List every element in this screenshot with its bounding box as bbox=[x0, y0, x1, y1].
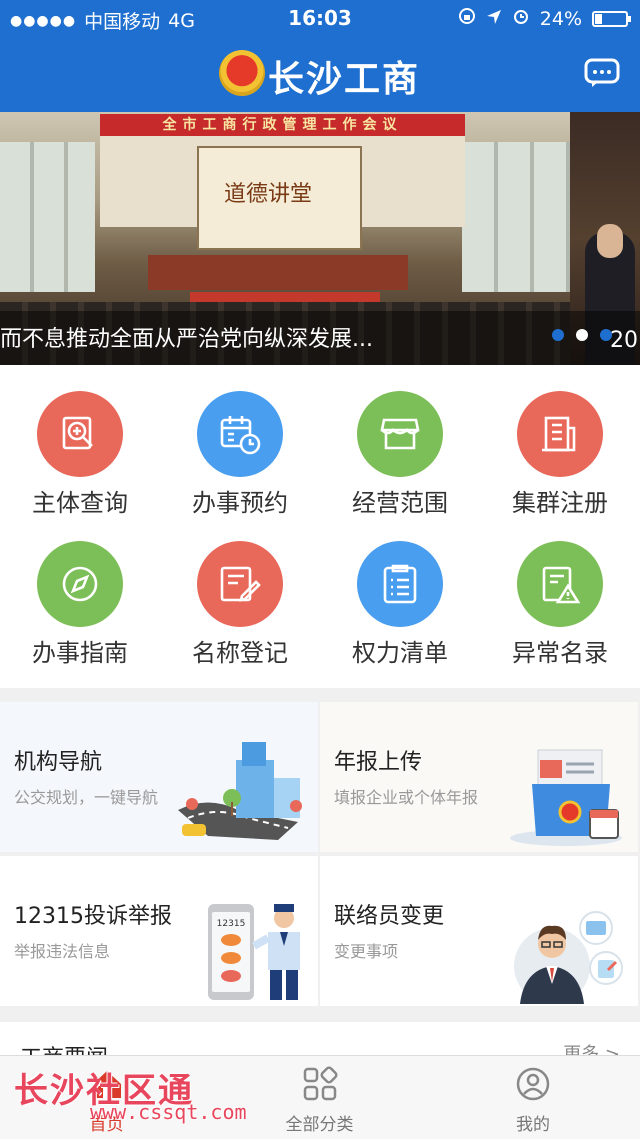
card-title: 12315投诉举报 bbox=[14, 904, 172, 929]
banner-window-left bbox=[0, 142, 95, 292]
service-label: 办事预约 bbox=[192, 489, 288, 517]
checklist-icon bbox=[357, 541, 443, 627]
compass-icon bbox=[37, 541, 123, 627]
tab-label: 我的 bbox=[516, 1115, 550, 1135]
card-title: 机构导航 bbox=[14, 750, 103, 775]
warning-document-icon bbox=[517, 541, 603, 627]
banner-screen: 道德讲堂 bbox=[197, 146, 362, 250]
card-liaison-change[interactable]: 联络员变更 变更事项 bbox=[320, 856, 638, 1006]
message-icon[interactable] bbox=[584, 58, 620, 88]
card-subtitle: 举报违法信息 bbox=[14, 942, 111, 961]
service-grid: 主体查询 办事预约 经营范围 集群注册 办事指南 名称登记 权力清单 异常名录 bbox=[0, 365, 640, 688]
service-guide[interactable]: 办事指南 bbox=[0, 515, 160, 667]
card-org-navigation[interactable]: 机构导航 公交规划，一键导航 bbox=[0, 702, 318, 852]
battery-percent: 24% bbox=[539, 7, 582, 30]
carousel-dot[interactable] bbox=[600, 329, 612, 341]
card-subtitle: 填报企业或个体年报 bbox=[334, 788, 479, 807]
alarm-icon bbox=[512, 7, 530, 30]
building-icon bbox=[517, 391, 603, 477]
carousel-dot-active[interactable] bbox=[576, 329, 588, 341]
status-bar: ●●●●● 中国移动 4G 16:03 24% bbox=[0, 0, 640, 36]
banner-person-head bbox=[597, 224, 623, 258]
card-subtitle: 变更事项 bbox=[334, 942, 399, 961]
calendar-clock-icon bbox=[197, 391, 283, 477]
banner-window-right bbox=[462, 142, 570, 292]
card-title: 年报上传 bbox=[334, 750, 423, 775]
card-complaint-report[interactable]: 12315投诉举报 举报违法信息 12315 bbox=[0, 856, 318, 1006]
contact-person-icon bbox=[510, 908, 632, 1006]
battery-icon bbox=[592, 10, 631, 27]
edit-document-icon bbox=[197, 541, 283, 627]
banner-hall-banner: 全市工商行政管理工作会议 bbox=[100, 114, 465, 136]
banner-caption[interactable]: 而不息推动全面从严治党向纵深发展... bbox=[0, 321, 373, 353]
phone-screen-number: 12315 bbox=[217, 919, 246, 929]
card-annual-report[interactable]: 年报上传 填报企业或个体年报 bbox=[320, 702, 638, 852]
storefront-icon bbox=[357, 391, 443, 477]
tab-all-categories[interactable]: 全部分类 bbox=[213, 1056, 426, 1139]
service-appointment[interactable]: 办事预约 bbox=[160, 365, 320, 517]
news-carousel[interactable]: 全市工商行政管理工作会议 道德讲堂 而不息推动全面从严治党向纵深发展... 20 bbox=[0, 112, 640, 365]
service-label: 权力清单 bbox=[352, 639, 448, 667]
grid-categories-icon bbox=[302, 1066, 338, 1106]
card-subtitle: 公交规划，一键导航 bbox=[14, 788, 159, 807]
tab-mine[interactable]: 我的 bbox=[426, 1056, 640, 1139]
service-name-registration[interactable]: 名称登记 bbox=[160, 515, 320, 667]
folder-report-icon bbox=[510, 742, 630, 852]
user-profile-icon bbox=[515, 1066, 551, 1106]
location-arrow-icon bbox=[486, 8, 502, 30]
card-title: 联络员变更 bbox=[334, 904, 445, 929]
service-power-list[interactable]: 权力清单 bbox=[320, 515, 480, 667]
app-screen: ●●●●● 中国移动 4G 16:03 24% 长沙工商 全市工商行政管理工作会… bbox=[0, 0, 640, 1139]
phone-officer-icon: 12315 bbox=[200, 900, 316, 1006]
banner-podium-desk bbox=[148, 255, 408, 290]
service-label: 办事指南 bbox=[32, 639, 128, 667]
service-label: 名称登记 bbox=[192, 639, 288, 667]
carousel-dot[interactable] bbox=[552, 329, 564, 341]
rotation-lock-icon bbox=[458, 7, 476, 30]
service-label: 集群注册 bbox=[512, 489, 608, 517]
service-label: 异常名录 bbox=[512, 639, 608, 667]
watermark-url: www.cssqt.com bbox=[90, 1100, 247, 1124]
service-label: 经营范围 bbox=[352, 489, 448, 517]
service-business-scope[interactable]: 经营范围 bbox=[320, 365, 480, 517]
carousel-indicator[interactable] bbox=[552, 329, 612, 341]
battery-fill bbox=[595, 13, 603, 24]
national-emblem-logo bbox=[219, 50, 265, 96]
app-header: 长沙工商 bbox=[0, 36, 640, 112]
service-label: 主体查询 bbox=[32, 489, 128, 517]
service-abnormal-list[interactable]: 异常名录 bbox=[480, 515, 640, 667]
service-cluster-registration[interactable]: 集群注册 bbox=[480, 365, 640, 517]
banner-screen-text: 道德讲堂 bbox=[224, 182, 313, 207]
service-entity-query[interactable]: 主体查询 bbox=[0, 365, 160, 517]
map-navigation-icon bbox=[178, 740, 314, 844]
banner-next-caption: 20 bbox=[610, 328, 638, 353]
app-title: 长沙工商 bbox=[268, 59, 421, 100]
magnifier-document-icon bbox=[37, 391, 123, 477]
